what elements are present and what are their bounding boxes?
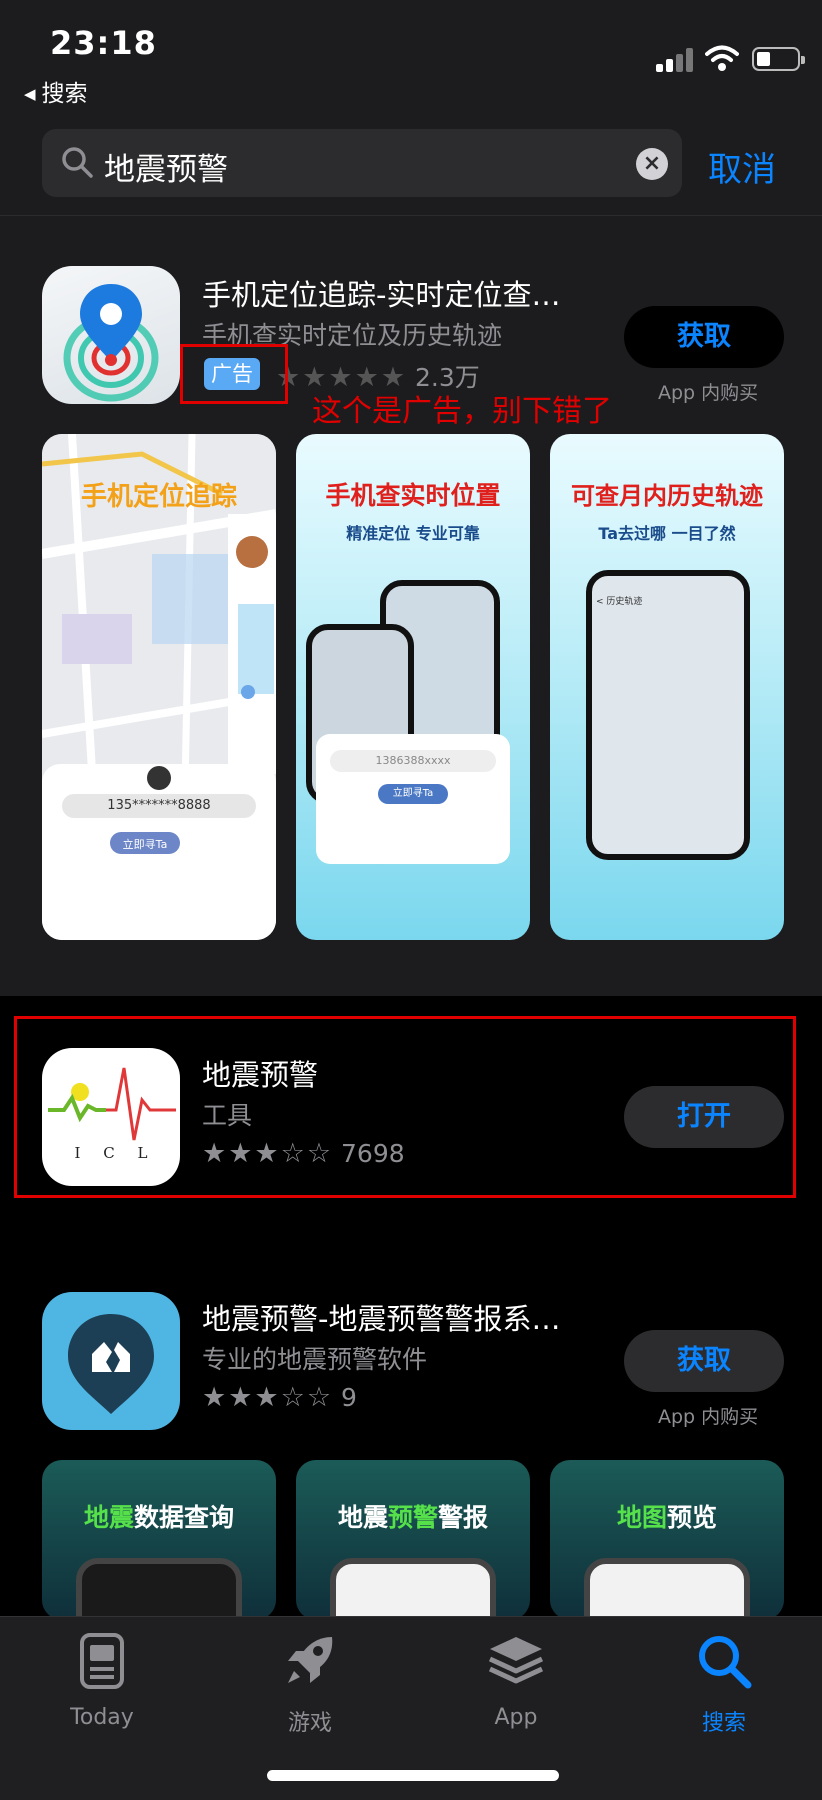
status-bar: 23:18 ◀ 搜索 (0, 0, 822, 112)
tab-games[interactable]: 游戏 (240, 1631, 380, 1737)
tab-today-label: Today (70, 1705, 134, 1730)
phone-mockup (76, 1558, 242, 1620)
phone-mockup (584, 1558, 750, 1620)
wifi-icon (705, 45, 739, 71)
get-button[interactable]: 获取 (624, 306, 784, 368)
phone-mockup: < 历史轨迹 (586, 570, 750, 860)
tab-search[interactable]: 搜索 (654, 1631, 794, 1737)
icon-letters: I C L (74, 1144, 148, 1162)
search-input[interactable]: 地震预警 × (42, 129, 682, 197)
alarm-screenshot-1[interactable]: 地震数据查询 (42, 1460, 276, 1620)
ad-annotation: 这个是广告，别下错了 (312, 394, 612, 429)
back-label: 搜索 (41, 81, 88, 107)
search-query: 地震预警 (104, 152, 228, 188)
in-app-purchase-label: App 内购买 (658, 382, 759, 404)
ad-result: 手机定位追踪-实时定位查… 手机查实时定位及历史轨迹 广告 ★★★★★ 2.3万 … (0, 216, 822, 996)
ad-screenshot-2-title: 手机查实时位置 (325, 481, 501, 510)
search-results: I C L 地震预警 工具 ★★★☆☆ 7698 打开 地震预警-地震预警警报系…… (0, 996, 822, 1620)
earthquake-alarm-app-rating: ★★★☆☆ 9 (202, 1382, 357, 1413)
search-icon (699, 1636, 752, 1689)
earthquake-alarm-app-rating-count: 9 (341, 1383, 357, 1412)
tab-search-label: 搜索 (701, 1711, 746, 1736)
star-rating-icon: ★★★☆☆ (202, 1138, 334, 1169)
earthquake-alarm-app-icon[interactable] (42, 1292, 180, 1430)
ad-screenshot-2-button: 立即寻Ta (378, 784, 448, 804)
layers-icon (488, 1637, 544, 1684)
alarm-screenshot-3-title: 地图预览 (616, 1503, 718, 1532)
alarm-screenshot-3[interactable]: 地图预览 (550, 1460, 784, 1620)
tab-apps-label: App (494, 1705, 538, 1730)
broken-house-pin-icon (68, 1314, 154, 1414)
earthquake-app-icon[interactable]: I C L (42, 1048, 180, 1186)
ad-screenshot-1-phone: 135*******8888 (107, 798, 211, 813)
history-header: < 历史轨迹 (596, 597, 643, 607)
star-rating-icon: ★★★☆☆ (202, 1382, 334, 1413)
search-icon (62, 147, 93, 178)
battery-icon (752, 47, 805, 71)
tab-games-label: 游戏 (287, 1711, 332, 1736)
earthquake-app-rating-count: 7698 (341, 1139, 405, 1168)
alarm-screenshot-1-title: 地震数据查询 (83, 1503, 235, 1532)
ad-screenshot-1-title: 手机定位追踪 (80, 482, 237, 512)
earthquake-app-rating: ★★★☆☆ 7698 (202, 1138, 405, 1169)
phone-mockup (330, 1558, 496, 1620)
status-time: 23:18 (50, 24, 157, 62)
tab-apps[interactable]: App (446, 1631, 586, 1730)
location-pin-icon (63, 284, 159, 402)
ad-screenshot-3-subtitle: Ta去过哪 一目了然 (598, 524, 736, 543)
in-app-purchase-label: App 内购买 (658, 1406, 759, 1428)
ad-screenshot-3-title: 可查月内历史轨迹 (571, 482, 763, 510)
back-arrow-icon: ◀ (24, 85, 36, 103)
tab-today[interactable]: Today (32, 1631, 172, 1730)
ad-highlight-box (180, 344, 288, 404)
rocket-icon (288, 1637, 333, 1683)
open-button[interactable]: 打开 (624, 1086, 784, 1148)
earthquake-app-title[interactable]: 地震预警 (202, 1052, 318, 1094)
cancel-button[interactable]: 取消 (708, 142, 776, 191)
ad-screenshot-1-button: 立即寻Ta (122, 838, 168, 851)
alarm-screenshot-2[interactable]: 地震预警警报 (296, 1460, 530, 1620)
earthquake-app-category: 工具 (202, 1101, 253, 1130)
seismograph-icon (48, 1067, 176, 1141)
cellular-signal-icon (656, 46, 696, 72)
ad-screenshot-3[interactable]: 可查月内历史轨迹 Ta去过哪 一目了然 < 历史轨迹 (550, 434, 784, 940)
clear-search-icon[interactable]: × (636, 148, 668, 180)
ad-screenshot-1[interactable]: 手机定位追踪 135*******8888 立即寻Ta (42, 434, 276, 940)
back-to-search-link[interactable]: ◀ 搜索 (24, 74, 88, 108)
ad-screenshot-2-phone: 1386388xxxx (330, 750, 496, 772)
ad-app-icon[interactable] (42, 266, 180, 404)
earthquake-alarm-app-title[interactable]: 地震预警-地震预警警报系… (202, 1296, 560, 1338)
search-bar: 地震预警 × 取消 (0, 112, 822, 216)
earthquake-alarm-app-subtitle: 专业的地震预警软件 (202, 1345, 428, 1374)
today-icon (80, 1633, 124, 1689)
home-indicator[interactable] (267, 1770, 559, 1781)
ad-screenshot-2-subtitle: 精准定位 专业可靠 (346, 524, 480, 543)
get-button[interactable]: 获取 (624, 1330, 784, 1392)
ad-screenshot-2[interactable]: 手机查实时位置 精准定位 专业可靠 1386388xxxx 立即寻Ta (296, 434, 530, 940)
ad-app-title[interactable]: 手机定位追踪-实时定位查… (202, 272, 560, 314)
alarm-screenshot-2-title: 地震预警警报 (337, 1503, 489, 1532)
